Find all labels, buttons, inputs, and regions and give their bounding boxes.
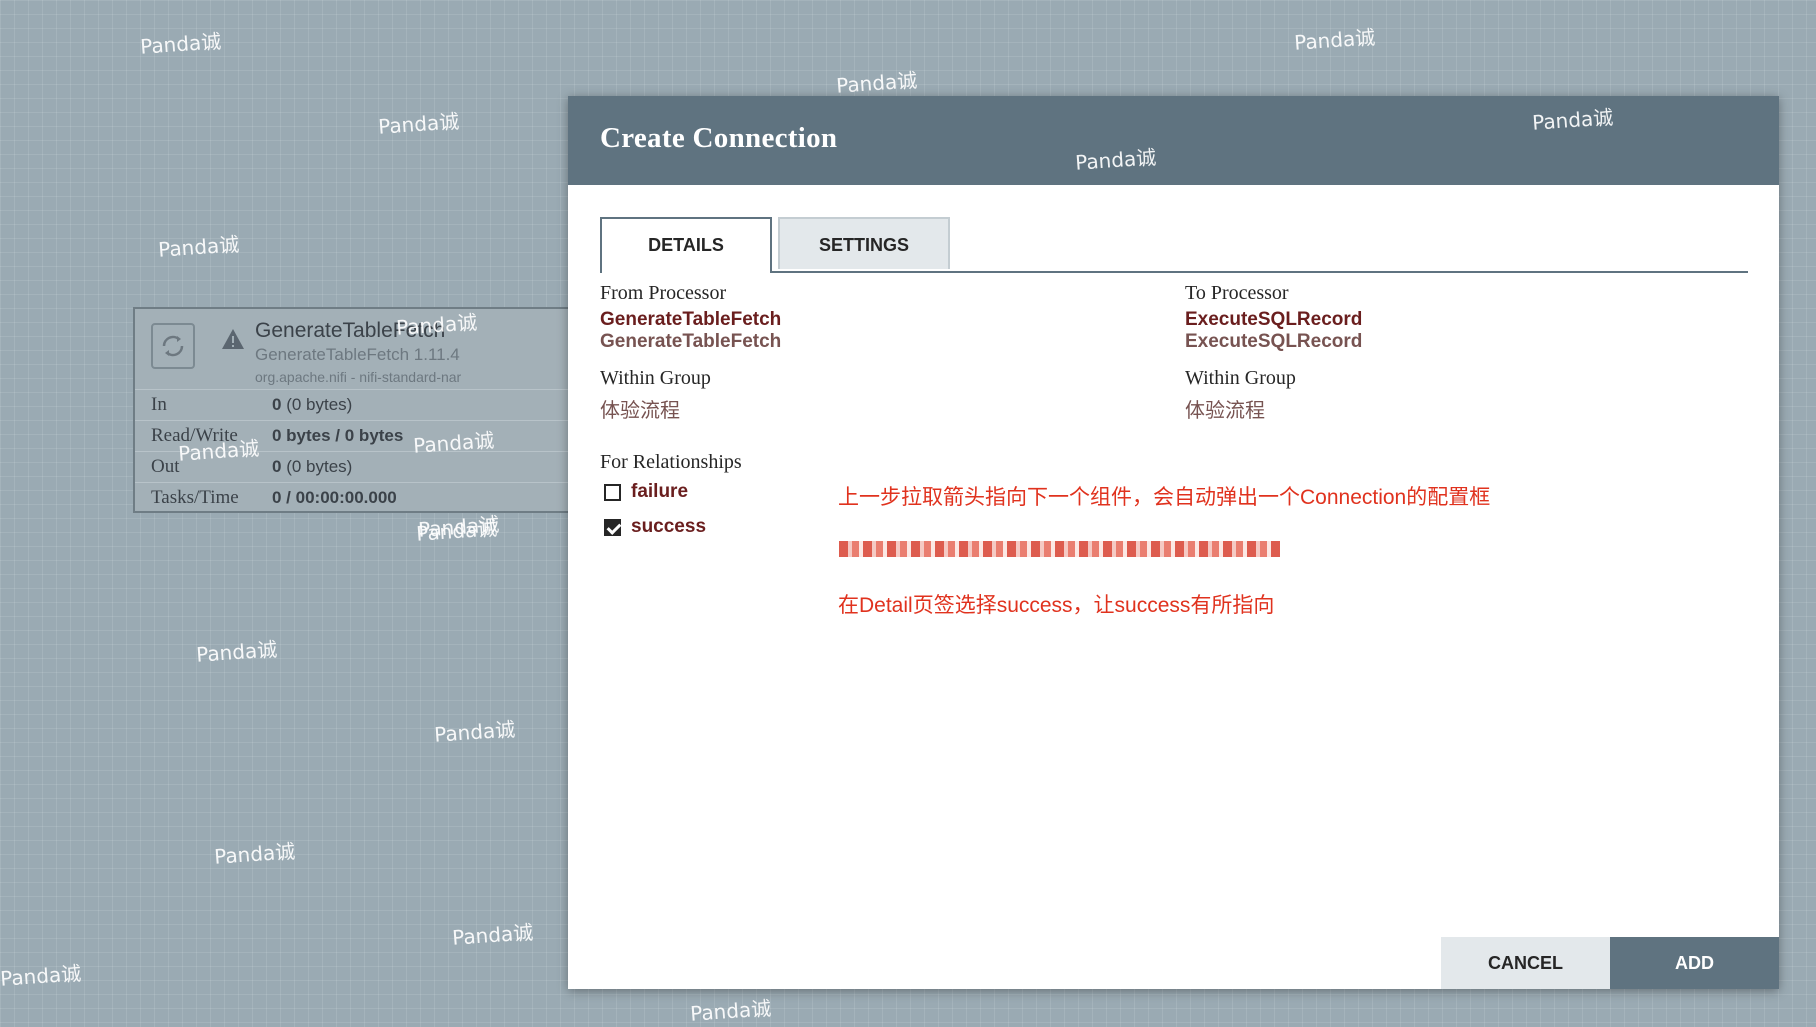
stat-label: Out [151,456,180,477]
to-processor-type: ExecuteSQLRecord [1185,331,1363,352]
annotation-text: 上一步拉取箭头指向下一个组件，会自动弹出一个Connection的配置框 [838,486,1491,509]
tab-settings[interactable]: SETTINGS [778,217,950,269]
to-processor-label: To Processor [1185,282,1289,304]
stat-label: Read/Write [151,425,238,446]
from-processor-section: From Processor GenerateTableFetch Genera… [600,282,781,423]
watermark: Panda诚 [451,920,534,950]
processor-card[interactable]: GenerateTableFetch GenerateTableFetch 1.… [133,307,573,513]
watermark: Panda诚 [195,637,278,667]
stat-label: In [151,394,167,415]
stat-row-tasks-time: Tasks/Time 0 / 00:00:00.000 [135,482,571,513]
watermark: Panda诚 [689,996,772,1026]
stat-row-out: Out 0 (0 bytes) [135,451,571,482]
relationship-failure[interactable]: failure [604,481,688,503]
watermark: Panda诚 [157,232,240,262]
relationships-label: For Relationships [600,451,742,473]
watermark: Panda诚 [1293,25,1376,55]
from-group-value: 体验流程 [600,400,680,422]
add-button[interactable]: ADD [1610,937,1779,989]
from-processor-label: From Processor [600,282,727,304]
annotation-text: 在Detail页签选择success，让success有所指向 [838,594,1275,617]
to-processor-section: To Processor ExecuteSQLRecord ExecuteSQL… [1185,282,1362,423]
watermark: Panda诚 [0,961,82,991]
stat-value: 0 / 00:00:00.000 [272,488,397,507]
stat-detail: (0 bytes) [281,395,353,414]
stat-row-in: In 0 (0 bytes) [135,389,571,420]
processor-icon [151,323,195,369]
relationship-name: success [631,516,707,537]
tab-bar: DETAILS SETTINGS [600,217,1748,273]
stat-row-read-write: Read/Write 0 bytes / 0 bytes [135,420,571,451]
cancel-button[interactable]: CANCEL [1441,937,1610,989]
watermark: Panda诚 [139,29,222,59]
processor-type: GenerateTableFetch 1.11.4 [255,345,460,364]
relationship-success[interactable]: success [604,516,706,538]
success-checkbox[interactable] [604,518,621,536]
stat-value: 0 bytes / 0 bytes [272,426,404,445]
watermark: Panda诚 [377,109,460,139]
warning-icon[interactable] [221,327,245,351]
to-group-value: 体验流程 [1185,400,1265,422]
dialog-header: Create Connection Panda诚 Panda诚 [568,96,1779,185]
watermark: Panda诚 [1531,105,1614,135]
watermark: Panda诚 [213,839,296,869]
tab-details[interactable]: DETAILS [600,217,772,273]
watermark: Panda诚 [433,717,516,747]
watermark: Panda诚 [415,516,498,546]
processor-name: GenerateTableFetch [255,319,446,342]
stat-label: Tasks/Time [151,487,239,508]
watermark: Panda诚 [1074,145,1157,175]
from-processor-type: GenerateTableFetch [600,331,782,352]
from-group-label: Within Group [600,367,711,389]
stat-detail: (0 bytes) [281,457,353,476]
processor-bundle: org.apache.nifi - nifi-standard-nar [255,369,462,385]
to-group-label: Within Group [1185,367,1296,389]
to-processor-name: ExecuteSQLRecord [1185,309,1363,330]
from-processor-name: GenerateTableFetch [600,309,782,330]
dialog-title: Create Connection [600,122,838,154]
relationship-name: failure [631,481,689,502]
watermark: Panda诚 [835,68,918,98]
redacted-annotation [839,541,1280,557]
failure-checkbox[interactable] [604,483,621,501]
